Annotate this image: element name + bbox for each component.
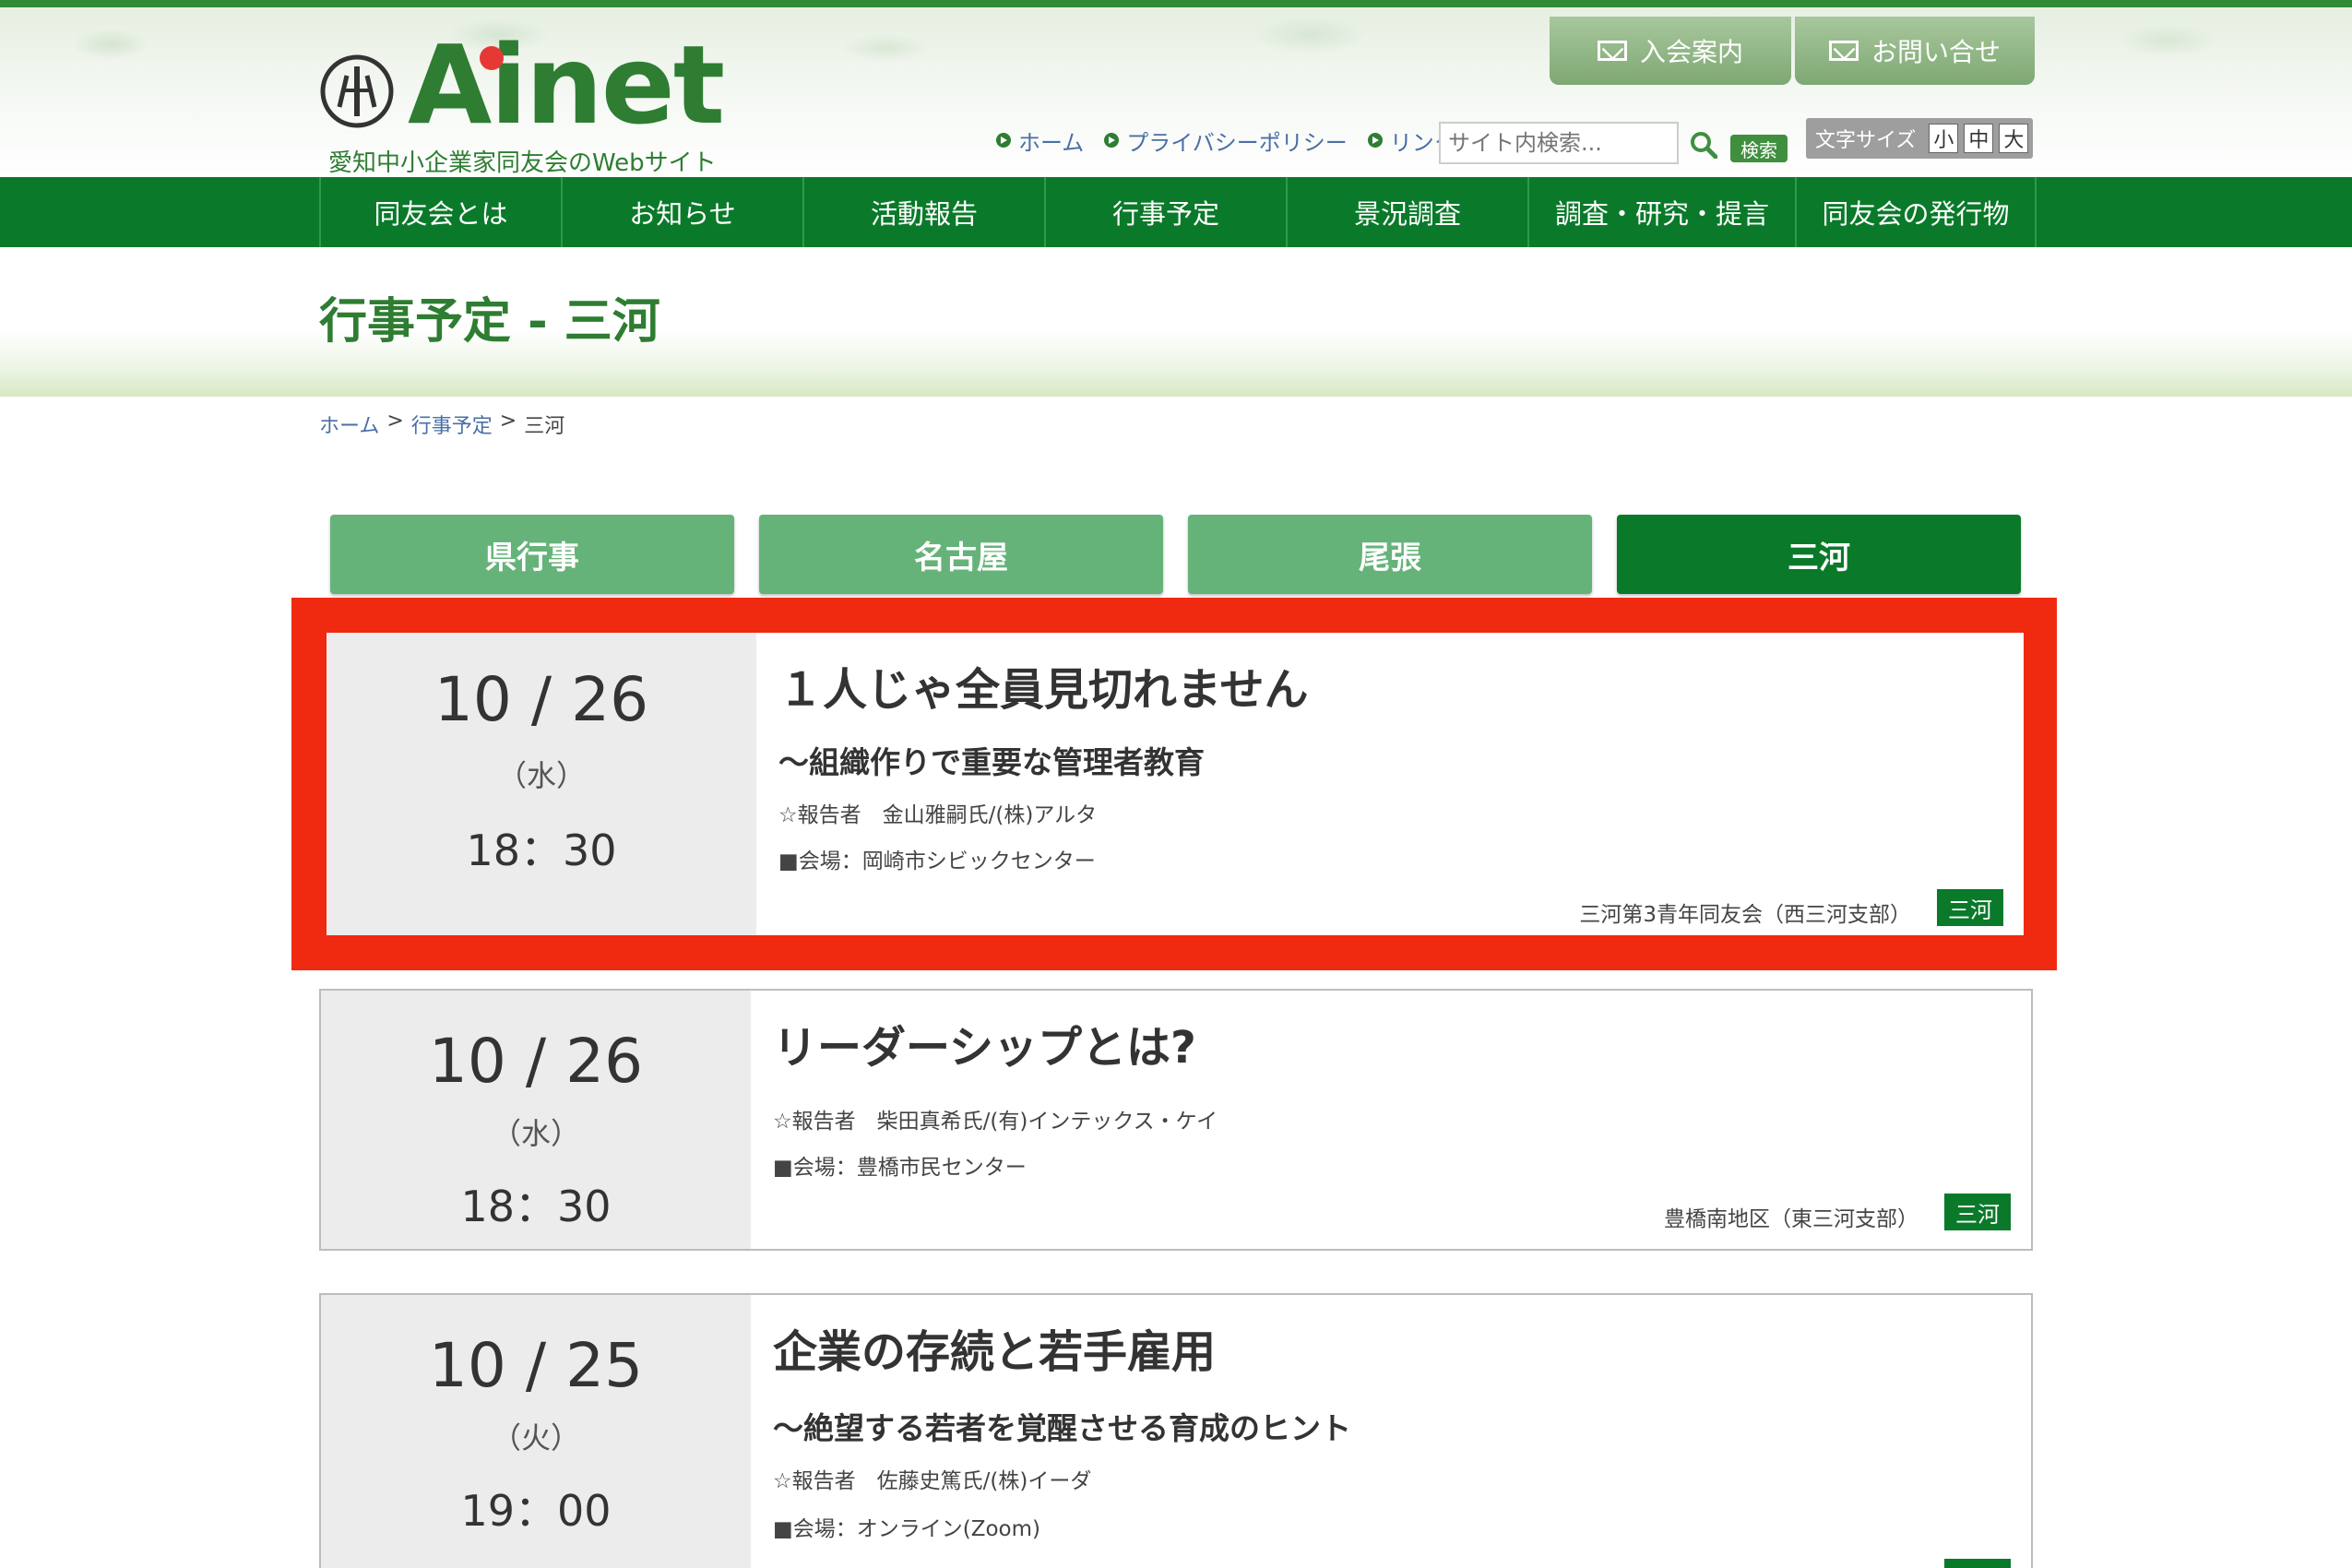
region-tab-mikawa[interactable]: 三河: [1617, 515, 2021, 594]
utility-links: ホーム プライバシーポリシー リンク: [996, 125, 1456, 157]
event-title[interactable]: 企業の存続と若手雇用: [773, 1315, 1216, 1380]
event-weekday: （水）: [496, 758, 586, 793]
breadcrumb-separator: >: [499, 410, 517, 433]
event-organizer: 豊橋南地区（東三河支部）: [1664, 1207, 1918, 1231]
event-reporter: ☆報告者 金山雅嗣氏/(株)アルタ: [778, 803, 1098, 827]
event-subtitle: ～絶望する若者を覚醒させる育成のヒント: [773, 1410, 1351, 1446]
breadcrumb-current: 三河: [524, 415, 565, 438]
page-title: 行事予定 - 三河: [319, 294, 660, 350]
font-size-medium-button[interactable]: 中: [1964, 124, 1994, 153]
arrow-right-icon: [996, 133, 1011, 148]
event-date-panel: 10 / 25 （火） 19：00: [321, 1295, 751, 1568]
event-reporter: ☆報告者 柴田真希氏/(有)インテックス・ケイ: [773, 1110, 1218, 1134]
page-title-band: 行事予定 - 三河: [0, 247, 2352, 397]
mail-icon: [1597, 41, 1627, 61]
util-link-home[interactable]: ホーム: [996, 125, 1084, 157]
event-venue: ■会場：豊橋市民センター: [773, 1156, 1027, 1180]
search-icon[interactable]: [1690, 131, 1717, 159]
event-time: 18：30: [460, 1182, 612, 1231]
event-card[interactable]: 10 / 26 （水） 18：30 リーダーシップとは? ☆報告者 柴田真希氏/…: [319, 989, 2033, 1251]
event-venue: ■会場：岡崎市シビックセンター: [778, 849, 1096, 873]
site-header: Ainet 愛知中小企業家同友会のWebサイト 入会案内 お問い合せ ホーム プ…: [0, 0, 2352, 177]
join-info-tab[interactable]: 入会案内: [1550, 17, 1791, 85]
event-reporter: ☆報告者 佐藤史篤氏/(株)イーダ: [773, 1469, 1092, 1493]
logo-red-dot: [480, 46, 504, 70]
breadcrumb: ホーム > 行事予定 > 三河: [319, 410, 564, 439]
nav-item-about[interactable]: 同友会とは: [319, 177, 561, 247]
nav-item-research[interactable]: 調査・研究・提言: [1527, 177, 1795, 247]
nav-item-survey[interactable]: 景況調査: [1286, 177, 1527, 247]
event-region-tag[interactable]: 三河: [1944, 1559, 2011, 1568]
mail-icon: [1828, 41, 1859, 61]
breadcrumb-home[interactable]: ホーム: [319, 410, 379, 439]
event-time: 19：00: [460, 1486, 612, 1536]
event-subtitle: ～組織作りで重要な管理者教育: [778, 744, 1205, 780]
nav-item-news[interactable]: お知らせ: [561, 177, 802, 247]
event-date: 10 / 26: [434, 664, 649, 735]
event-region-tag[interactable]: 三河: [1944, 1194, 2011, 1230]
global-nav: 同友会とは お知らせ 活動報告 行事予定 景況調査 調査・研究・提言 同友会の発…: [0, 177, 2352, 247]
breadcrumb-schedule[interactable]: 行事予定: [411, 410, 493, 439]
logo-tagline: 愛知中小企業家同友会のWebサイト: [328, 149, 717, 177]
join-info-label: 入会案内: [1639, 37, 1743, 67]
event-organizer: 三河第3青年同友会（西三河支部）: [1579, 903, 1911, 927]
search-button[interactable]: 検索: [1730, 135, 1788, 162]
event-venue: ■会場：オンライン(Zoom): [773, 1517, 1040, 1541]
event-title[interactable]: １人じゃ全員見切れません: [778, 653, 1309, 718]
logo-emblem-icon: [320, 54, 394, 128]
arrow-right-icon: [1104, 133, 1120, 148]
region-tab-prefecture[interactable]: 県行事: [330, 515, 734, 594]
event-weekday: （火）: [491, 1420, 580, 1455]
util-link-label: ホーム: [1018, 129, 1085, 156]
region-tab-nagoya[interactable]: 名古屋: [759, 515, 1163, 594]
event-card[interactable]: 10 / 26 （水） 18：30 １人じゃ全員見切れません ～組織作りで重要な…: [327, 633, 2024, 935]
arrow-right-icon: [1367, 133, 1383, 148]
breadcrumb-separator: >: [386, 410, 404, 433]
search-input[interactable]: [1439, 122, 1679, 164]
contact-label: お問い合せ: [1871, 37, 2001, 67]
event-date: 10 / 26: [428, 1026, 644, 1097]
font-size-large-button[interactable]: 大: [1999, 124, 2029, 153]
event-title[interactable]: リーダーシップとは?: [773, 1011, 1196, 1075]
nav-item-schedule[interactable]: 行事予定: [1044, 177, 1286, 247]
event-date: 10 / 25: [428, 1330, 644, 1401]
nav-item-publications[interactable]: 同友会の発行物: [1795, 177, 2037, 247]
region-tab-owari[interactable]: 尾張: [1188, 515, 1592, 594]
event-region-tag[interactable]: 三河: [1937, 889, 2003, 926]
font-size-small-button[interactable]: 小: [1929, 124, 1959, 153]
site-logo[interactable]: Ainet 愛知中小企業家同友会のWebサイト: [319, 21, 734, 181]
logo-wordmark: Ainet: [408, 21, 725, 148]
event-card[interactable]: 10 / 25 （火） 19：00 企業の存続と若手雇用 ～絶望する若者を覚醒さ…: [319, 1293, 2033, 1568]
util-link-label: プライバシーポリシー: [1126, 129, 1348, 156]
contact-tab[interactable]: お問い合せ: [1795, 17, 2035, 85]
event-date-panel: 10 / 26 （水） 18：30: [327, 633, 756, 935]
event-time: 18：30: [466, 826, 617, 875]
event-weekday: （水）: [491, 1116, 580, 1151]
util-link-privacy[interactable]: プライバシーポリシー: [1104, 125, 1348, 157]
nav-item-reports[interactable]: 活動報告: [802, 177, 1044, 247]
font-size-label: 文字サイズ: [1815, 129, 1917, 152]
event-date-panel: 10 / 26 （水） 18：30: [321, 991, 751, 1249]
font-size-switcher: 文字サイズ 小 中 大: [1806, 118, 2033, 159]
